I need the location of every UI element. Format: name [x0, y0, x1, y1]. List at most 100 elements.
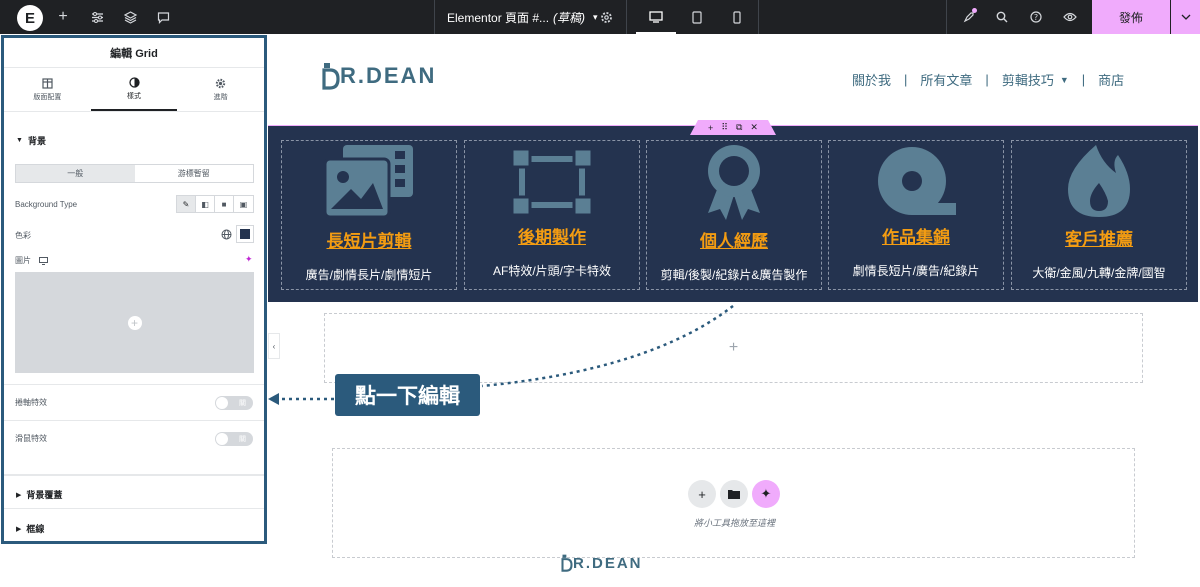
grid-card[interactable]: 長短片剪輯 廣告/劇情長片/劇情短片: [281, 140, 457, 290]
image-chooser[interactable]: +: [15, 272, 254, 373]
ai-sparkle-icon[interactable]: ✦: [752, 480, 780, 508]
card-title[interactable]: 長短片剪輯: [327, 227, 412, 252]
container-handle-toolbar: + ⠿ ⧉ ✕: [690, 120, 776, 135]
elementor-logo-icon[interactable]: E: [17, 5, 43, 31]
collapse-panel-button[interactable]: ‹: [268, 333, 280, 359]
state-tab-hover[interactable]: 游標暫留: [135, 165, 254, 182]
tab-advanced[interactable]: 進階: [177, 68, 264, 111]
nav-item-articles[interactable]: 所有文章: [920, 70, 972, 89]
mobile-icon[interactable]: [727, 0, 747, 34]
card-subtitle: 劇情長短片/廣告/紀錄片: [852, 264, 980, 278]
template-folder-icon[interactable]: [720, 480, 748, 508]
brush-classic-icon[interactable]: ✎: [177, 196, 196, 212]
add-element-icon[interactable]: +: [52, 0, 74, 34]
notifications-rocket-icon[interactable]: [958, 0, 980, 34]
state-tabs: 一般 游標暫留: [15, 164, 254, 183]
comments-icon[interactable]: [152, 0, 174, 34]
page-settings-gear-icon[interactable]: [596, 0, 616, 34]
add-image-icon: +: [127, 315, 142, 330]
tab-layout[interactable]: 版面配置: [4, 68, 91, 111]
mouse-effect-toggle[interactable]: 關: [215, 432, 253, 446]
divider: [4, 420, 264, 421]
card-title[interactable]: 作品集錦: [882, 223, 950, 248]
video-icon[interactable]: ■: [215, 196, 234, 212]
ai-sparkle-icon[interactable]: ✦: [245, 254, 253, 265]
editor-panel: 編輯 Grid 版面配置 樣式 進階 ▼ 背景 一般 游標暫留 Backgrou…: [1, 35, 267, 544]
footer-logo[interactable]: R.DEAN: [561, 554, 643, 572]
scroll-effect-toggle[interactable]: 關: [215, 396, 253, 410]
grid-container[interactable]: 長短片剪輯 廣告/劇情長片/劇情短片 後期製作 AF特效/片頭/字卡特效 個人經…: [268, 126, 1198, 302]
nav-separator: |: [1081, 72, 1086, 87]
divider: [4, 474, 264, 476]
swatch-fill: [240, 229, 250, 239]
svg-text:?: ?: [1034, 13, 1038, 22]
duplicate-icon[interactable]: ⧉: [736, 122, 742, 133]
site-settings-icon[interactable]: [86, 0, 108, 34]
delete-icon[interactable]: ✕: [750, 122, 758, 133]
grid-card[interactable]: 客戶推薦 大衛/金風/九轉/金牌/國智: [1011, 140, 1187, 290]
tab-style[interactable]: 樣式: [90, 68, 178, 111]
image-label-row: 圖片: [15, 255, 48, 266]
nav-item-editing-tips-label: 剪輯技巧: [1001, 73, 1054, 88]
caret-right-icon: ▶: [16, 491, 22, 499]
gradient-icon[interactable]: ◧: [196, 196, 215, 212]
document-title[interactable]: Elementor 頁面 #... (草稿) ▾: [447, 0, 598, 34]
publish-options-chevron-icon[interactable]: [1171, 0, 1200, 34]
help-icon[interactable]: ?: [1026, 0, 1046, 34]
drag-handle-icon[interactable]: ⠿: [721, 122, 728, 133]
add-section-icon[interactable]: +: [688, 480, 716, 508]
card-title[interactable]: 個人經歷: [700, 227, 768, 252]
scroll-effect-label: 捲軸特效: [15, 398, 47, 407]
section-overlay-header[interactable]: ▶ 背景覆蓋: [4, 488, 62, 501]
empty-container-drop-area[interactable]: +: [324, 313, 1143, 383]
color-label: 色彩: [15, 231, 31, 240]
responsive-desktop-icon[interactable]: [39, 256, 48, 265]
add-icon[interactable]: +: [729, 339, 738, 357]
state-tab-normal[interactable]: 一般: [16, 165, 135, 182]
photo-film-icon: [323, 145, 413, 219]
new-section-drop-zone[interactable]: + ✦ 將小工具拖放至這裡: [332, 448, 1135, 558]
gear-icon: [215, 78, 226, 88]
card-title[interactable]: 後期製作: [518, 223, 586, 248]
award-ribbon-icon: [708, 145, 760, 220]
card-subtitle: AF特效/片頭/字卡特效: [492, 264, 611, 278]
preview-eye-icon[interactable]: [1060, 0, 1080, 34]
nav-item-shop[interactable]: 商店: [1098, 70, 1124, 89]
section-border-header[interactable]: ▶ 框線: [4, 522, 44, 535]
nav-item-editing-tips[interactable]: 剪輯技巧 ▼: [1002, 70, 1069, 89]
search-icon[interactable]: [992, 0, 1012, 34]
desktop-icon[interactable]: [646, 0, 666, 34]
nav-item-about[interactable]: 關於我: [852, 70, 891, 89]
image-label: 圖片: [15, 256, 31, 265]
layout-icon: [42, 77, 53, 89]
divider: [434, 0, 435, 34]
divider: [946, 0, 947, 34]
panel-tabs: 版面配置 樣式 進階: [4, 68, 264, 112]
color-swatch[interactable]: [236, 225, 254, 243]
section-background-header[interactable]: ▼ 背景: [4, 134, 46, 147]
footer-logo-text: R.DEAN: [573, 554, 643, 572]
grid-card[interactable]: 後期製作 AF特效/片頭/字卡特效: [464, 140, 640, 290]
drop-zone-actions: + ✦: [688, 480, 780, 508]
divider: [4, 384, 264, 385]
nav-separator: |: [985, 72, 989, 87]
slideshow-icon[interactable]: ▣: [234, 196, 253, 212]
grid-card[interactable]: 個人經歷 剪輯/後製/紀錄片&廣告製作: [646, 140, 822, 290]
section-overlay-title: 背景覆蓋: [26, 490, 63, 500]
caret-down-icon: ▼: [1059, 74, 1069, 85]
card-title[interactable]: 客戶推薦: [1065, 225, 1133, 250]
add-container-icon[interactable]: +: [708, 123, 713, 133]
editor-topbar: E + Elementor 頁面 #... (草稿) ▾ ? 發佈: [0, 0, 1200, 34]
fire-flame-icon: [1068, 145, 1130, 217]
caret-right-icon: ▶: [16, 525, 22, 533]
document-name: Elementor 頁面 #...: [447, 10, 550, 25]
global-colors-icon[interactable]: [217, 225, 235, 243]
background-type-choices: ✎ ◧ ■ ▣: [176, 195, 254, 213]
tablet-icon[interactable]: [687, 0, 707, 34]
publish-button[interactable]: 發佈: [1092, 0, 1170, 34]
structure-layers-icon[interactable]: [119, 0, 141, 34]
background-type-label: Background Type: [15, 200, 78, 209]
grid-card[interactable]: 作品集錦 劇情長短片/廣告/紀錄片: [828, 140, 1004, 290]
card-subtitle: 廣告/劇情長片/劇情短片: [305, 268, 433, 282]
site-logo[interactable]: R.DEAN: [322, 62, 436, 90]
